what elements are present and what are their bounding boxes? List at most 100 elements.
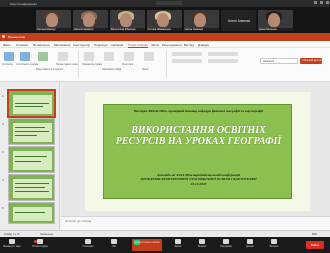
share-button[interactable]: Спільний доступ [300,58,322,64]
microphone-icon [9,239,15,244]
participant-name: Валентина Кібальна [111,28,145,31]
participant-tile[interactable]: Валентина Кібальна [110,10,145,31]
participant-video [83,13,95,27]
mute-button[interactable]: Вимкнути звук [2,239,22,251]
tab-transitions[interactable]: Переходи [94,43,108,47]
rehearse-label: Репетиція [122,63,133,66]
apps-button[interactable]: Програми [216,239,236,251]
video-button[interactable]: Почати відео [30,239,50,251]
participant-tile[interactable]: Тетяна Шаманська [147,10,182,31]
more-icon [271,239,277,244]
zoom-level[interactable]: 88% [312,233,317,236]
from-beginning-icon[interactable] [4,52,14,61]
reactions-icon [199,239,205,244]
participant-tile[interactable]: Оксана Шевчук [36,10,71,31]
notes-placeholder: Нотатки до слайда [65,219,92,223]
slide-thumbnail[interactable] [8,118,55,145]
thumbnail-content [13,95,52,114]
slide-counter: Слайд 1 з 15 [4,233,20,236]
close-icon[interactable] [326,1,329,4]
thumbnail-content [13,207,52,221]
app-icon [2,35,5,38]
participant-name: Наталія Кравчук [74,28,108,31]
thumbnail-number: 1 [2,94,4,98]
language-indicator: Українська [40,233,53,236]
tab-design[interactable]: Конструктор [73,43,90,47]
chat-button[interactable]: Чат [104,239,124,251]
hide-slide-icon[interactable] [104,52,114,61]
notes-pane[interactable]: Нотатки до слайда [61,216,330,230]
custom-show-label: Налаштувати показ [56,63,78,66]
thumbnail-line [15,131,49,133]
zoom-window-title: Zoom Конференція [10,1,37,6]
slide-thumbnail[interactable] [8,146,55,173]
present-online-icon[interactable] [38,52,48,61]
ribbon-separator [78,50,79,78]
present-online-label: Представити в Інтернеті [36,68,63,71]
slide-thumbnail[interactable] [8,202,55,224]
tab-review[interactable]: Рецензування [162,43,182,47]
tab-record[interactable]: Запис [151,43,159,47]
participant-video [120,13,132,27]
rehearse-icon[interactable] [124,52,134,61]
slide-subtitle-block[interactable]: Доповідь на XXIX Міжнародній науковій ко… [112,173,285,186]
camera-icon [37,239,43,244]
video-off-indicator [34,240,37,243]
thumbnail-line [15,106,43,108]
record-meeting-label: Запис [174,245,182,248]
mute-label: Вимкнути звук [3,245,21,248]
participant-tile[interactable]: Антон Ананьєв [184,10,219,31]
thumbnail-line [15,191,49,193]
reactions-button[interactable]: Реакції [192,239,212,251]
presenter-view-checkbox[interactable] [172,59,202,63]
setup-show-label: Параметри показу [82,63,103,66]
custom-show-icon[interactable] [58,52,68,61]
ribbon: Із початку Із поточного слайда Представи… [0,48,330,82]
participants-label: Учасники [82,245,94,248]
tab-draw[interactable]: Малювання [54,43,70,47]
record-button[interactable]: Записати [260,58,298,64]
thumbnail-line [15,156,47,158]
whiteboards-button[interactable]: Дошки [240,239,260,251]
participant-tile[interactable]: Ірина Мельник [258,10,293,31]
tab-insert[interactable]: Вставлення [33,43,49,47]
more-button[interactable]: Більше [264,239,284,251]
thumbnail-number: 2 [2,122,4,126]
current-slide[interactable]: Вікторія АЧКАСОВА, провідний інженер каф… [85,92,310,211]
participants-icon [85,239,91,244]
slide-thumbnail-selected[interactable] [7,89,56,118]
leave-button[interactable]: Вийти [306,241,324,249]
setup-show-icon[interactable] [84,52,94,61]
participant-tile[interactable]: Наталія Кравчук [73,10,108,31]
tab-home[interactable]: Основне [16,43,28,47]
participant-video [46,13,58,27]
tab-view[interactable]: Вигляд [184,43,194,47]
participant-tile-no-video[interactable]: Антон Ананьєв [221,10,256,31]
maximize-icon[interactable] [320,1,323,4]
slide-green-frame: Вікторія АЧКАСОВА, провідний інженер каф… [103,104,292,199]
tab-help[interactable]: Довідка [198,43,209,47]
share-screen-label: Демонстрація екрана [134,241,160,244]
slide-thumbnail[interactable] [8,174,55,201]
slide-title[interactable]: ВИКОРИСТАННЯ ОСВІТНІХ РЕСУРСІВ НА УРОКАХ… [112,125,285,147]
monitor-dropdown[interactable] [172,52,202,56]
thumbnail-number: 3 [2,150,4,154]
speaker-view-toggle[interactable] [156,1,182,5]
apps-label: Програми [220,245,232,248]
tab-animations[interactable]: Анімація [111,43,123,47]
subtitle-settings[interactable] [208,59,238,63]
participants-button[interactable]: Учасники [78,239,98,251]
record-icon [175,239,181,244]
from-beginning-label: Із початку [2,63,13,66]
participant-name: Антон Ананьєв [227,19,251,23]
record-show-icon[interactable] [144,52,154,61]
participant-video [268,13,280,27]
record-show-label: Запис [142,68,149,71]
share-screen-button[interactable]: Демонстрація екрана [132,239,162,251]
record-meeting-button[interactable]: Запис [168,239,188,251]
minimize-icon[interactable] [314,1,317,4]
from-current-icon[interactable] [20,52,30,61]
subtitles-checkbox[interactable] [208,52,238,56]
tab-file[interactable]: Файл [3,43,10,47]
slide-author[interactable]: Вікторія АЧКАСОВА, провідний інженер каф… [112,109,285,113]
